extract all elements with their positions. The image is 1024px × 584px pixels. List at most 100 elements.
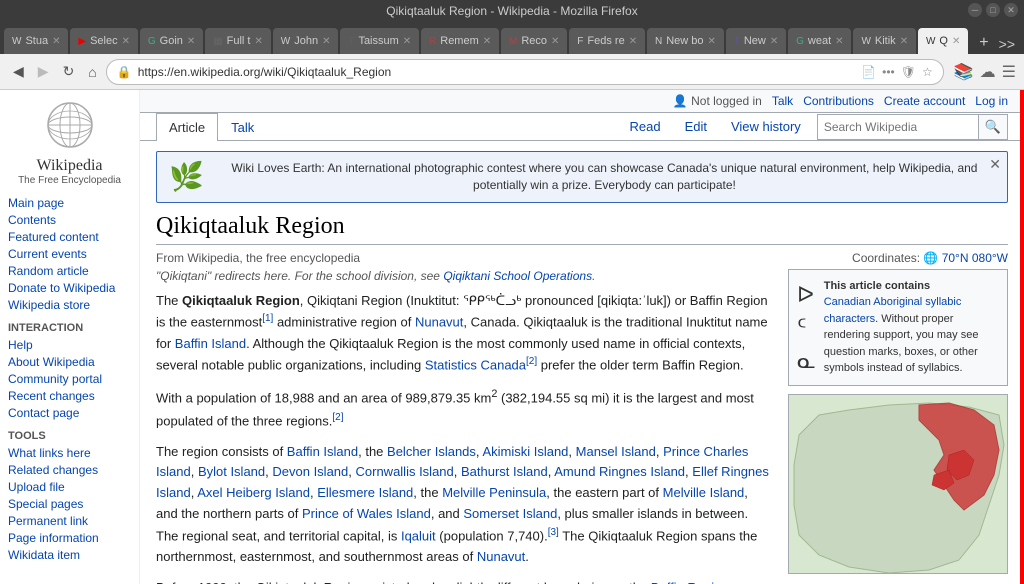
- tab-close-icon[interactable]: ✕: [254, 36, 262, 47]
- tab-close-icon[interactable]: ✕: [629, 36, 637, 47]
- close-btn[interactable]: ✕: [1004, 3, 1018, 17]
- tab-new[interactable]: TNew✕: [726, 28, 786, 54]
- sidebar-item-contact[interactable]: Contact page: [8, 406, 131, 420]
- coords-link[interactable]: 🌐 70°N 080°W: [923, 251, 1008, 265]
- sidebar-item-special-pages[interactable]: Special pages: [8, 497, 131, 511]
- cornwallis-link[interactable]: Cornwallis Island: [356, 464, 454, 479]
- devon-link[interactable]: Devon Island: [272, 464, 348, 479]
- search-btn[interactable]: 🔍: [978, 115, 1007, 139]
- tab-article[interactable]: Article: [156, 113, 218, 141]
- amund-link[interactable]: Amund Ringnes Island: [554, 464, 685, 479]
- belcher-islands-link[interactable]: Belcher Islands: [387, 444, 476, 459]
- tab-close-icon[interactable]: ✕: [52, 36, 60, 47]
- sidebar-item-store[interactable]: Wikipedia store: [8, 298, 131, 312]
- sidebar-item-featured-content[interactable]: Featured content: [8, 230, 131, 244]
- action-view-history[interactable]: View history: [723, 113, 809, 140]
- tab-close-icon[interactable]: ✕: [952, 36, 960, 47]
- library-btn[interactable]: 📚: [954, 62, 974, 82]
- new-tab-btn[interactable]: +: [974, 32, 993, 54]
- sidebar-item-wikidata[interactable]: Wikidata item: [8, 548, 131, 562]
- sidebar-item-current-events[interactable]: Current events: [8, 247, 131, 261]
- sidebar-item-help[interactable]: Help: [8, 338, 131, 352]
- iqaluit-link[interactable]: Iqaluit: [401, 528, 436, 543]
- sidebar-item-page-info[interactable]: Page information: [8, 531, 131, 545]
- bookmark-icon[interactable]: ☆: [922, 65, 933, 79]
- akimiski-link[interactable]: Akimiski Island: [482, 444, 568, 459]
- tab-close-icon[interactable]: ✕: [551, 36, 559, 47]
- tab-close-icon[interactable]: ✕: [835, 36, 843, 47]
- somerset-link[interactable]: Somerset Island: [463, 506, 557, 521]
- tab-taissum[interactable]: TTaissum✕: [340, 28, 419, 54]
- search-input[interactable]: [818, 118, 978, 136]
- tab-close-icon[interactable]: ✕: [322, 36, 330, 47]
- address-bar[interactable]: 🔒 https://en.wikipedia.org/wiki/Qikiqtaa…: [106, 59, 944, 85]
- nunavut-link[interactable]: Nunavut: [415, 315, 463, 330]
- sidebar-item-main-page[interactable]: Main page: [8, 196, 131, 210]
- more-tabs-btn[interactable]: >>: [994, 34, 1020, 54]
- home-btn[interactable]: ⌂: [83, 62, 101, 82]
- sidebar-item-donate[interactable]: Donate to Wikipedia: [8, 281, 131, 295]
- tab-stua[interactable]: WStua✕: [4, 28, 68, 54]
- tab-qikiq[interactable]: WQ✕: [918, 28, 968, 54]
- baffin-region-link[interactable]: Baffin Region: [651, 580, 729, 584]
- tab-remem[interactable]: RRemem✕: [421, 28, 499, 54]
- tab-weat[interactable]: Gweat✕: [788, 28, 851, 54]
- tab-feds[interactable]: FFeds re✕: [569, 28, 645, 54]
- bylot-link[interactable]: Bylot Island: [198, 464, 265, 479]
- menu-btn[interactable]: ☰: [1002, 62, 1016, 82]
- action-edit[interactable]: Edit: [677, 113, 715, 140]
- tab-close-icon[interactable]: ✕: [483, 36, 491, 47]
- sidebar-item-permanent-link[interactable]: Permanent link: [8, 514, 131, 528]
- tab-john[interactable]: WJohn✕: [273, 28, 339, 54]
- maximize-btn[interactable]: □: [986, 3, 1000, 17]
- tab-talk[interactable]: Talk: [218, 113, 267, 141]
- tab-close-icon[interactable]: ✕: [187, 36, 195, 47]
- reader-icon[interactable]: 📄: [861, 65, 876, 79]
- tab-close-icon[interactable]: ✕: [122, 36, 130, 47]
- sidebar-item-recent-changes[interactable]: Recent changes: [8, 389, 131, 403]
- action-read[interactable]: Read: [621, 113, 668, 140]
- sidebar-item-random-article[interactable]: Random article: [8, 264, 131, 278]
- melville-pen-link[interactable]: Melville Peninsula: [442, 485, 546, 500]
- ellesmere-link[interactable]: Ellesmere Island: [317, 485, 413, 500]
- mansel-link[interactable]: Mansel Island: [576, 444, 656, 459]
- statistics-canada-link[interactable]: Statistics Canada: [425, 358, 526, 373]
- canadian-syllabic-link[interactable]: Canadian Aboriginal syllabic characters: [824, 296, 962, 325]
- tab-close-icon[interactable]: ✕: [403, 36, 411, 47]
- prince-wales-link[interactable]: Prince of Wales Island: [302, 506, 431, 521]
- sidebar-item-upload-file[interactable]: Upload file: [8, 480, 131, 494]
- sidebar-item-about[interactable]: About Wikipedia: [8, 355, 131, 369]
- melville-island-link[interactable]: Melville Island: [663, 485, 745, 500]
- tab-close-icon[interactable]: ✕: [900, 36, 908, 47]
- reload-btn[interactable]: ↻: [58, 61, 80, 82]
- sidebar-item-what-links[interactable]: What links here: [8, 446, 131, 460]
- tab-kitik[interactable]: WKitik✕: [853, 28, 916, 54]
- tab-selec[interactable]: ▶Selec✕: [70, 28, 138, 54]
- baffin-island-link[interactable]: Baffin Island: [175, 336, 246, 351]
- forward-btn[interactable]: ▶: [33, 61, 54, 82]
- sidebar-item-community-portal[interactable]: Community portal: [8, 372, 131, 386]
- banner-close-btn[interactable]: ✕: [989, 156, 1001, 173]
- tab-close-icon[interactable]: ✕: [770, 36, 778, 47]
- tab-full[interactable]: ▦Full t✕: [205, 28, 271, 54]
- axel-link[interactable]: Axel Heiberg Island: [197, 485, 310, 500]
- sidebar-item-related-changes[interactable]: Related changes: [8, 463, 131, 477]
- minimize-btn[interactable]: ─: [968, 3, 982, 17]
- tab-goin[interactable]: GGoin✕: [140, 28, 203, 54]
- nunavut-link2[interactable]: Nunavut: [477, 549, 525, 564]
- contributions-link[interactable]: Contributions: [803, 94, 874, 108]
- tab-newbo[interactable]: NNew bo✕: [647, 28, 724, 54]
- window-controls[interactable]: ─ □ ✕: [968, 3, 1018, 17]
- login-link[interactable]: Log in: [975, 94, 1008, 108]
- talk-link[interactable]: Talk: [772, 94, 793, 108]
- url-text[interactable]: https://en.wikipedia.org/wiki/Qikiqtaalu…: [138, 65, 855, 79]
- tab-reco[interactable]: MReco✕: [501, 28, 567, 54]
- sync-btn[interactable]: ☁: [980, 62, 996, 82]
- bathurst-link[interactable]: Bathurst Island: [461, 464, 548, 479]
- more-icon[interactable]: •••: [882, 65, 895, 79]
- tab-close-icon[interactable]: ✕: [707, 36, 715, 47]
- sidebar-item-contents[interactable]: Contents: [8, 213, 131, 227]
- baffin-island-link2[interactable]: Baffin Island: [287, 444, 358, 459]
- create-account-link[interactable]: Create account: [884, 94, 965, 108]
- school-division-link[interactable]: Qiqiktani School Operations: [443, 269, 592, 283]
